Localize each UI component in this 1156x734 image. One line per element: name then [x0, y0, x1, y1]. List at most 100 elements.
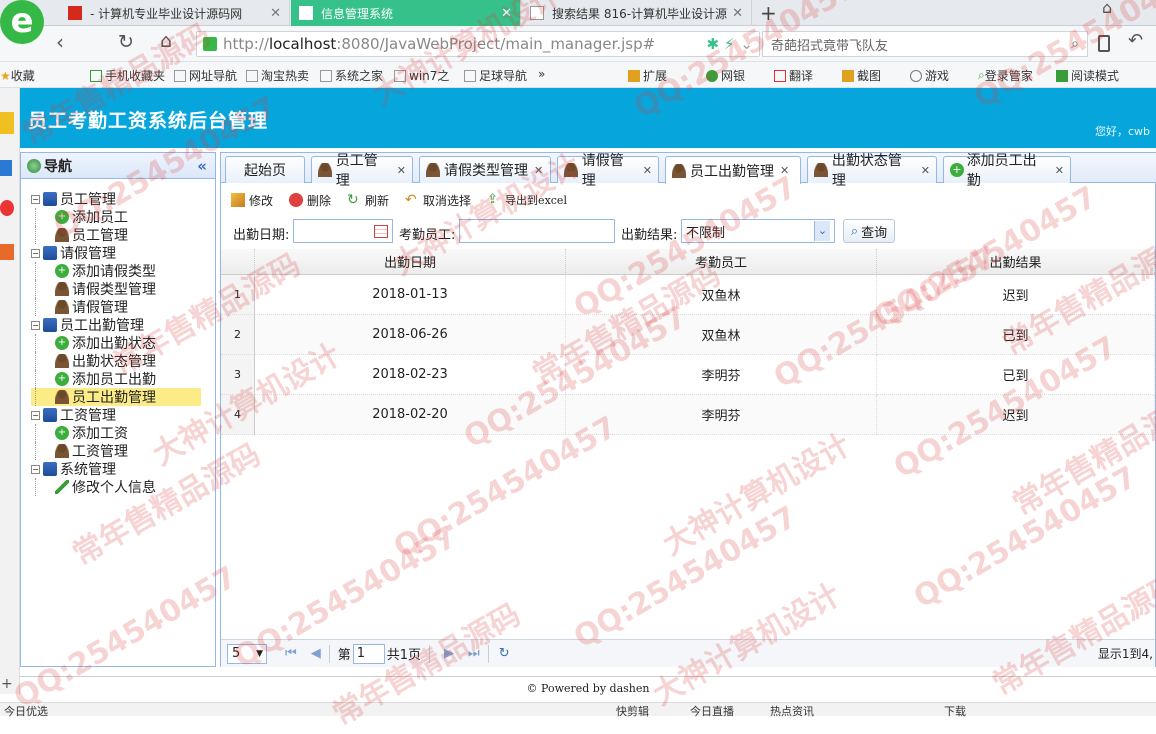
tab-attendance-manage[interactable]: 员工出勤管理 ✕	[665, 156, 801, 184]
app-icon[interactable]	[0, 160, 12, 176]
browser-logo-icon[interactable]: e	[0, 0, 44, 44]
mail-icon[interactable]	[0, 244, 14, 260]
nav-item[interactable]: 请假类型管理	[31, 280, 156, 298]
nav-group[interactable]: − 工资管理	[31, 406, 116, 424]
bookmark-item[interactable]: 翻译	[774, 67, 813, 84]
nav-group[interactable]: − 系统管理	[31, 460, 116, 478]
bookmarks-more-button[interactable]: »	[538, 67, 545, 81]
tab-attendance-status-manage[interactable]: 出勤状态管理 ✕	[807, 153, 937, 189]
bookmark-item[interactable]: ★ 收藏	[0, 67, 35, 84]
date-filter-input[interactable]	[293, 219, 393, 243]
chevron-down-icon[interactable]: ⌄	[740, 35, 753, 53]
tree-toggle-icon[interactable]: −	[31, 410, 40, 420]
last-page-icon[interactable]: ⏭	[468, 646, 480, 661]
result-filter-select[interactable]: 不限制 ⌄	[681, 219, 835, 243]
bookmark-item[interactable]: 扩展	[628, 67, 667, 84]
status-item[interactable]: 下载	[944, 703, 966, 719]
add-icon[interactable]: +	[1, 676, 13, 692]
close-icon[interactable]: ✕	[501, 6, 512, 21]
bookmark-item[interactable]: ⌕ 登录管家	[978, 67, 1033, 84]
nav-item[interactable]: + 添加员工	[31, 208, 128, 226]
undo-icon[interactable]: ↶	[1128, 30, 1143, 51]
bookmark-item[interactable]: win7之	[394, 67, 449, 84]
grid-header-result[interactable]: 出勤结果	[877, 249, 1155, 275]
nav-item[interactable]: + 添加请假类型	[31, 262, 156, 280]
nav-item[interactable]: + 添加出勤状态	[31, 334, 156, 352]
weibo-icon[interactable]	[0, 200, 14, 216]
chevron-down-icon[interactable]: ⌄	[814, 221, 830, 241]
speed-icon[interactable]: ✱ ⚡	[707, 35, 735, 53]
nav-item[interactable]: 员工管理	[31, 226, 128, 244]
search-icon[interactable]: ⌕	[1071, 36, 1079, 52]
status-item[interactable]: 快剪辑	[616, 703, 649, 719]
tab-leave-type-manage[interactable]: 请假类型管理 ✕	[419, 156, 551, 183]
status-item[interactable]: 热点资讯	[770, 703, 814, 719]
reload-icon[interactable]: ↻	[118, 31, 134, 53]
close-icon[interactable]: ✕	[1055, 164, 1064, 177]
next-page-icon[interactable]: ▶	[444, 646, 454, 661]
close-icon[interactable]: ✕	[534, 164, 543, 177]
home-icon[interactable]: ⌂	[160, 30, 172, 52]
nav-item[interactable]: 工资管理	[31, 442, 128, 460]
bookmark-item[interactable]: 游戏	[910, 67, 949, 84]
tree-toggle-icon[interactable]: −	[31, 248, 40, 258]
nav-item[interactable]: 修改个人信息	[31, 478, 156, 496]
tree-toggle-icon[interactable]: −	[31, 320, 40, 330]
phone-icon[interactable]	[1098, 35, 1110, 52]
refresh-button[interactable]: ↻ 刷新	[347, 192, 389, 209]
search-box[interactable]: 奇葩招式竟带飞队友 ⌕	[762, 31, 1088, 57]
employee-filter-input[interactable]	[459, 219, 615, 243]
bookmark-item[interactable]: 截图	[842, 67, 881, 84]
nav-group[interactable]: − 员工出勤管理	[31, 316, 144, 334]
star-icon[interactable]	[0, 112, 14, 134]
delete-button[interactable]: 删除	[289, 192, 331, 209]
nav-item[interactable]: + 添加工资	[31, 424, 128, 442]
browser-tab-search[interactable]: 搜索结果 816-计算机毕业设计源 ✕	[522, 0, 752, 26]
edit-button[interactable]: 修改	[231, 192, 273, 209]
close-icon[interactable]: ✕	[732, 6, 743, 21]
tab-home[interactable]: 起始页	[225, 156, 305, 183]
close-icon[interactable]: ✕	[270, 6, 281, 21]
status-left[interactable]: 今日优选	[4, 703, 48, 719]
bookmark-item[interactable]: 淘宝热卖	[246, 67, 309, 84]
nav-group[interactable]: − 员工管理	[31, 190, 116, 208]
tab-add-attendance[interactable]: + 添加员工出勤 ✕	[943, 153, 1071, 189]
collapse-icon[interactable]: «	[197, 157, 207, 175]
bookmark-item[interactable]: 手机收藏夹	[90, 67, 165, 84]
close-icon[interactable]: ✕	[921, 164, 930, 177]
tree-toggle-icon[interactable]: −	[31, 464, 40, 474]
nav-group[interactable]: − 请假管理	[31, 244, 116, 262]
reload-icon[interactable]: ↻	[499, 646, 510, 661]
query-button[interactable]: ⌕ 查询	[843, 219, 895, 243]
page-size-select[interactable]: 5 ▼	[227, 643, 267, 664]
tab-leave-manage[interactable]: 请假管理 ✕	[557, 153, 659, 189]
export-excel-button[interactable]: ⇪ 导出到excel	[487, 192, 567, 208]
nav-item[interactable]: 请假管理	[31, 298, 128, 316]
new-tab-button[interactable]: +	[760, 1, 777, 25]
close-icon[interactable]: ✕	[643, 164, 652, 177]
bookmark-item[interactable]: 阅读模式	[1056, 67, 1119, 84]
grid-header-date[interactable]: 出勤日期	[255, 249, 566, 275]
bookmark-item[interactable]: 网址导航	[174, 67, 237, 84]
nav-item[interactable]: 员工出勤管理	[31, 388, 201, 406]
deselect-button[interactable]: ↶ 取消选择	[405, 192, 471, 209]
bookmark-item[interactable]: 足球导航	[464, 67, 527, 84]
prev-page-icon[interactable]: ◀	[311, 646, 321, 661]
close-icon[interactable]: ✕	[780, 164, 789, 177]
grid-header-employee[interactable]: 考勤员工	[566, 249, 877, 275]
back-icon[interactable]: ‹	[56, 30, 64, 54]
browser-tab-source-site[interactable]: - 计算机专业毕业设计源码网 ✕	[60, 0, 290, 26]
status-item[interactable]: 今日直播	[690, 703, 734, 719]
calendar-icon[interactable]	[374, 224, 388, 238]
tree-toggle-icon[interactable]: −	[31, 194, 40, 204]
bookmark-item[interactable]: 系统之家	[320, 67, 383, 84]
address-bar[interactable]: http://localhost:8080/JavaWebProject/mai…	[196, 31, 760, 57]
browser-tab-system[interactable]: 信息管理系统 ✕	[291, 0, 521, 26]
close-icon[interactable]: ✕	[397, 164, 406, 177]
tab-employee-manage[interactable]: 员工管理 ✕	[311, 153, 413, 189]
first-page-icon[interactable]: ⏮	[285, 646, 297, 661]
nav-item[interactable]: 出勤状态管理	[31, 352, 156, 370]
page-number-input[interactable]: 1	[352, 643, 385, 664]
nav-item[interactable]: + 添加员工出勤	[31, 370, 156, 388]
home-icon[interactable]: ⌂	[1102, 0, 1112, 17]
